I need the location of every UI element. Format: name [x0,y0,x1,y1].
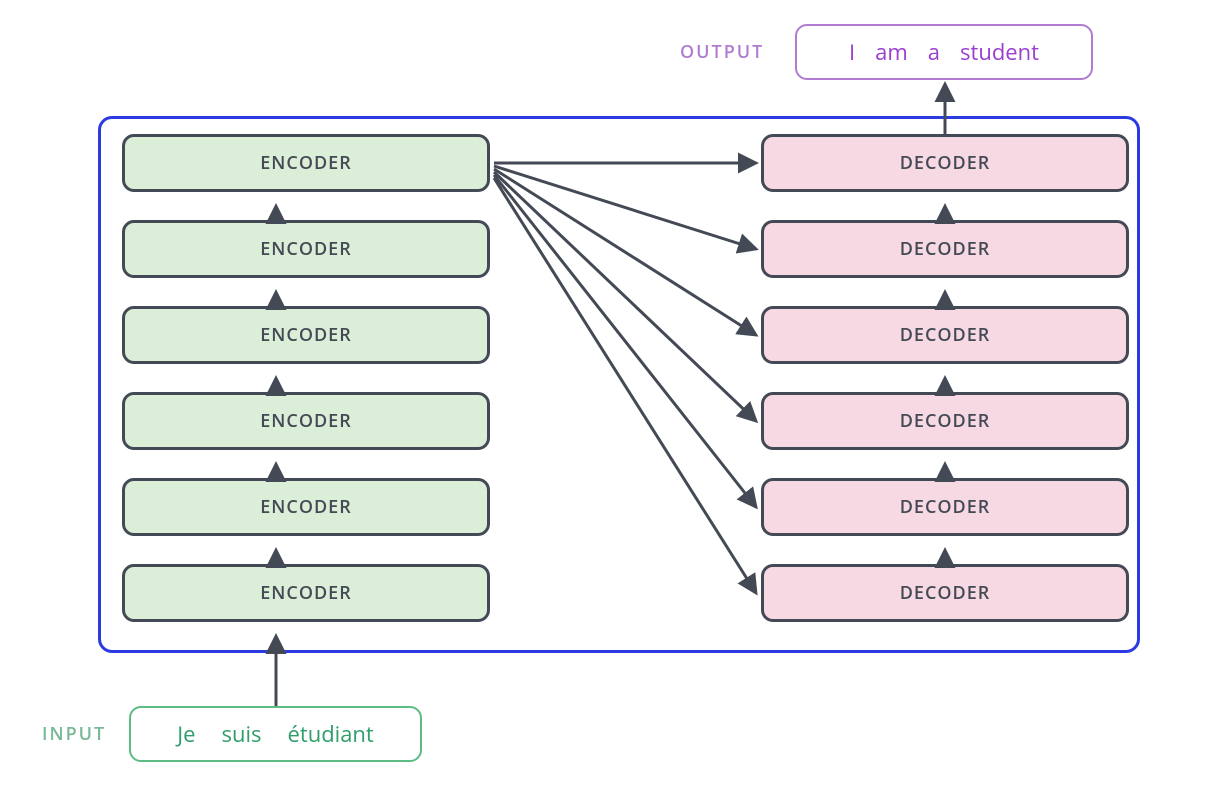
input-token: suis [221,719,261,749]
output-token: I [849,37,855,67]
encoder-block: ENCODER [122,134,490,192]
encoder-block: ENCODER [122,392,490,450]
input-box: Je suis étudiant [129,706,422,762]
encoder-block: ENCODER [122,306,490,364]
encoder-block: ENCODER [122,478,490,536]
encoder-block: ENCODER [122,220,490,278]
decoder-block: DECODER [761,220,1129,278]
input-token: Je [177,719,195,749]
output-label: OUTPUT [680,40,764,64]
output-token: a [928,37,940,67]
decoder-block: DECODER [761,306,1129,364]
decoder-block: DECODER [761,478,1129,536]
decoder-block: DECODER [761,392,1129,450]
encoder-block: ENCODER [122,564,490,622]
input-label: INPUT [42,722,106,746]
output-token: am [875,37,908,67]
output-token: student [960,37,1039,67]
output-box: I am a student [795,24,1093,80]
input-token: étudiant [288,719,374,749]
encoder-stack: ENCODER ENCODER ENCODER ENCODER ENCODER … [122,134,494,622]
diagram-canvas: ENCODER ENCODER ENCODER ENCODER ENCODER … [0,0,1218,793]
decoder-block: DECODER [761,134,1129,192]
decoder-stack: DECODER DECODER DECODER DECODER DECODER … [761,134,1133,622]
decoder-block: DECODER [761,564,1129,622]
